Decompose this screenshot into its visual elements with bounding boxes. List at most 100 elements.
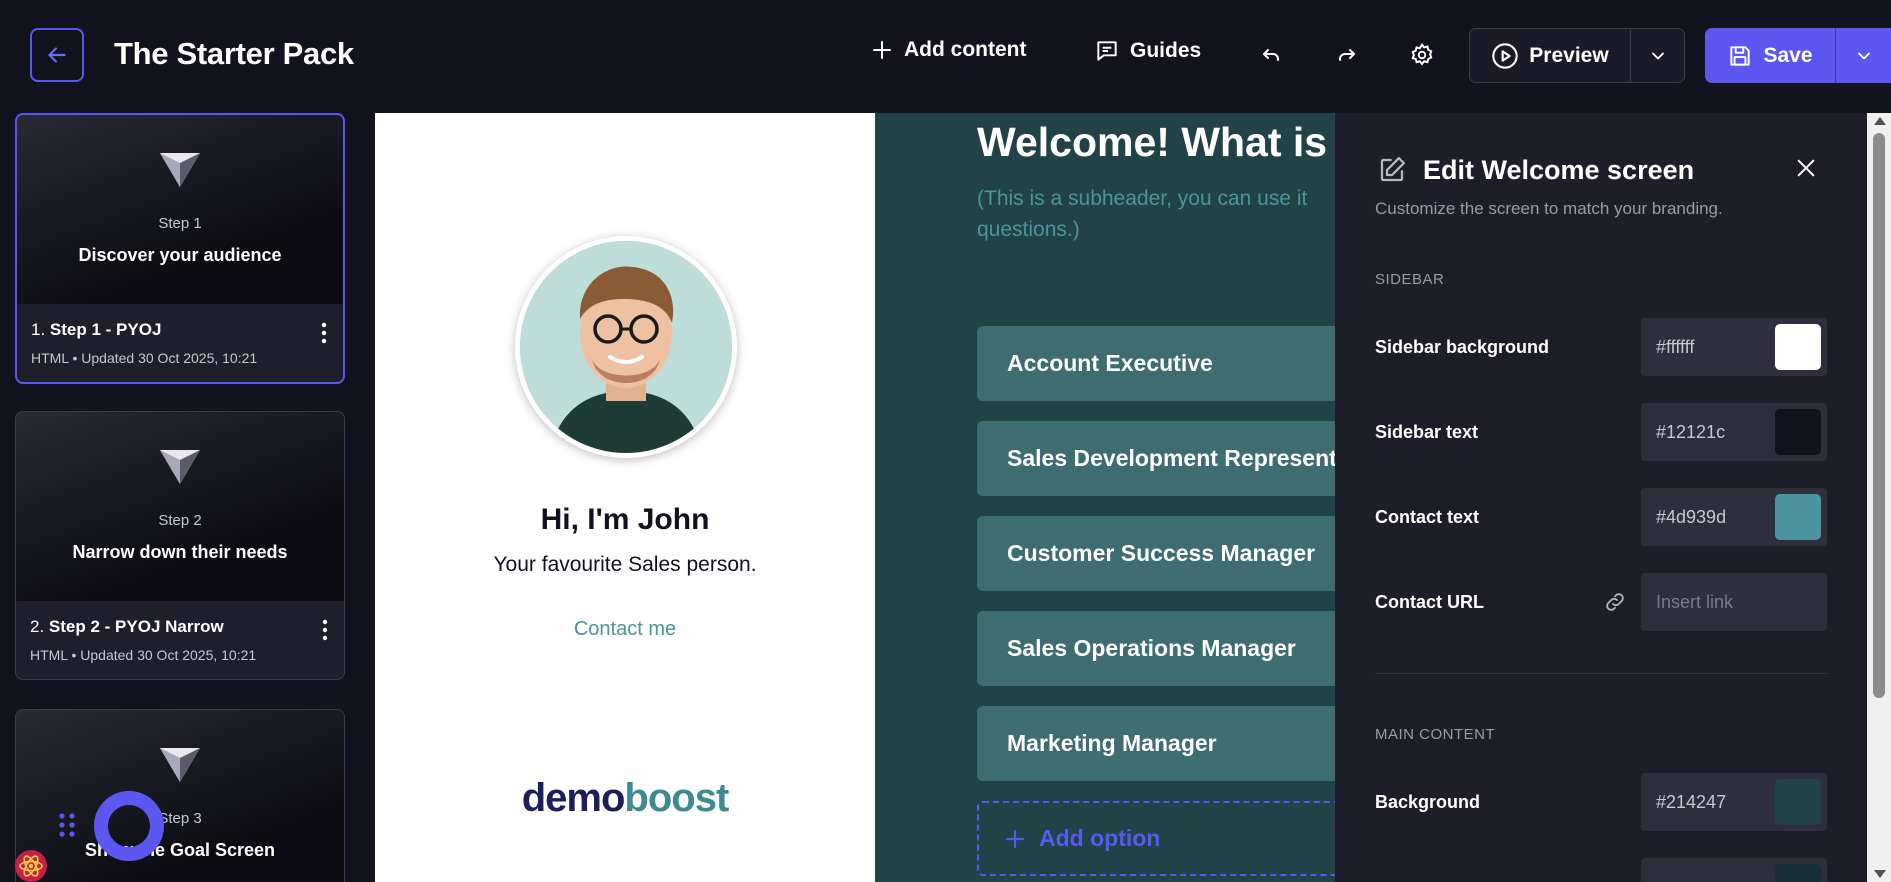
redo-button[interactable]	[1330, 38, 1364, 72]
background-label: Background	[1375, 792, 1481, 812]
step-thumbnail: Step 3 Show the Goal Screen	[16, 710, 344, 882]
step-name: 2. Step 2 - PYOJ Narrow	[30, 617, 330, 637]
save-button[interactable]: Save	[1705, 28, 1836, 83]
save-dropdown-button[interactable]	[1836, 28, 1891, 83]
save-button-group: Save	[1705, 28, 1891, 83]
edit-panel: Edit Welcome screen Customize the screen…	[1335, 113, 1867, 882]
step-card-1[interactable]: Step 1 Discover your audience 1. Step 1 …	[15, 113, 345, 384]
preview-label: Preview	[1529, 43, 1609, 67]
gear-icon	[1411, 43, 1433, 66]
scrollbar-thumb[interactable]	[1873, 133, 1885, 698]
link-icon	[1606, 593, 1624, 611]
sidebar-background-picker[interactable]: #ffffff	[1641, 318, 1827, 376]
contact-text-label: Contact text	[1375, 507, 1480, 527]
step-thumbnail: Step 1 Discover your audience	[17, 115, 343, 304]
thumb-step-label: Step 1	[158, 215, 202, 232]
color-swatch[interactable]	[1775, 324, 1821, 370]
color-hex[interactable]: #4d939d	[1656, 507, 1726, 528]
chevron-down-icon	[1651, 52, 1664, 59]
welcome-heading[interactable]: Welcome! What is y	[977, 119, 1335, 166]
floppy-disk-icon	[1730, 45, 1751, 66]
background-picker[interactable]: #214247	[1641, 773, 1827, 831]
thumb-step-label: Step 2	[158, 512, 202, 529]
arrow-left-icon	[48, 47, 66, 63]
logo-part-b: boost	[624, 776, 729, 820]
settings-button[interactable]	[1405, 38, 1439, 72]
option-item[interactable]: Sales Operations Manager	[977, 611, 1335, 686]
panel-scrollbar[interactable]	[1867, 113, 1891, 882]
option-item[interactable]: Marketing Manager	[977, 706, 1335, 781]
preview-button-group: Preview	[1469, 28, 1685, 83]
welcome-subheader[interactable]: (This is a subheader, you can use it que…	[977, 183, 1335, 245]
edit-panel-description: Customize the screen to match your brand…	[1375, 199, 1723, 218]
back-button[interactable]	[30, 28, 84, 82]
preview-sidebar[interactable]: Hi, I'm John Your favourite Sales person…	[375, 113, 875, 882]
more-vertical-icon[interactable]	[322, 619, 328, 641]
scroll-up-arrow-icon[interactable]	[1874, 117, 1886, 125]
color-swatch[interactable]	[1775, 409, 1821, 455]
sidebar-text-label: Sidebar text	[1375, 422, 1479, 442]
undo-button[interactable]	[1254, 38, 1288, 72]
preview-main-content[interactable]: Welcome! What is y (This is a subheader,…	[875, 113, 1335, 882]
color-swatch[interactable]	[1775, 494, 1821, 540]
add-option-button[interactable]: Add option	[977, 801, 1335, 876]
color-hex[interactable]: #214247	[1656, 792, 1726, 813]
contact-url-label: Contact URL	[1375, 592, 1484, 612]
scroll-down-arrow-icon[interactable]	[1874, 870, 1886, 878]
close-icon[interactable]	[1795, 157, 1817, 179]
logo-part-a: demo	[521, 776, 626, 820]
chevron-down-icon	[1857, 52, 1870, 59]
edit-icon	[1380, 157, 1405, 182]
contact-url-input[interactable]	[1641, 573, 1827, 631]
contact-text-picker[interactable]: #4d939d	[1641, 488, 1827, 546]
drag-handle-icon[interactable]	[58, 812, 76, 838]
add-content-button[interactable]: Add content	[870, 38, 1026, 62]
option-item[interactable]: Sales Development Representa	[977, 421, 1335, 496]
chat-icon	[1097, 41, 1117, 61]
diamond-logo-icon	[160, 450, 200, 484]
add-option-label: Add option	[1039, 825, 1161, 851]
color-hex[interactable]: #12121c	[1656, 422, 1725, 443]
color-swatch[interactable]	[1775, 779, 1821, 825]
guides-button[interactable]: Guides	[1094, 38, 1201, 64]
color-hex[interactable]: #ffffff	[1656, 337, 1694, 358]
section-title-sidebar: SIDEBAR	[1375, 271, 1445, 288]
contact-link[interactable]: Contact me	[375, 618, 875, 641]
color-swatch[interactable]	[1775, 864, 1821, 882]
diamond-logo-icon	[160, 153, 200, 187]
undo-icon	[1263, 49, 1279, 61]
option-item[interactable]: Account Executive	[977, 326, 1335, 401]
section-divider	[1375, 673, 1827, 674]
preview-button[interactable]: Preview	[1470, 29, 1631, 82]
guides-label: Guides	[1130, 39, 1202, 62]
edit-panel-title: Edit Welcome screen	[1423, 155, 1695, 185]
step-number: 1.	[31, 320, 46, 339]
next-color-picker[interactable]	[1641, 858, 1827, 882]
avatar	[515, 236, 737, 458]
redo-icon	[1339, 49, 1355, 61]
play-circle-icon	[1492, 42, 1519, 69]
preview-dropdown-button[interactable]	[1631, 29, 1684, 82]
step-card-3[interactable]: Step 3 Show the Goal Screen	[15, 709, 345, 882]
option-item[interactable]: Customer Success Manager	[977, 516, 1335, 591]
more-vertical-icon[interactable]	[321, 322, 327, 344]
step-updated: HTML • Updated 30 Oct 2025, 10:21	[30, 647, 257, 663]
step-card-2[interactable]: Step 2 Narrow down their needs 2. Step 2…	[15, 411, 345, 680]
react-devtools-icon[interactable]	[14, 849, 48, 882]
thumb-title: Narrow down their needs	[72, 542, 288, 562]
step-title: Step 2 - PYOJ Narrow	[48, 617, 224, 636]
step-name: 1. Step 1 - PYOJ	[31, 320, 329, 340]
sidebar-background-label: Sidebar background	[1375, 337, 1550, 357]
section-title-main-content: MAIN CONTENT	[1375, 726, 1496, 743]
thumb-title: Show the Goal Screen	[84, 840, 276, 860]
chat-widget-button[interactable]	[94, 791, 164, 861]
brand-logo: demoboost	[375, 776, 875, 821]
avatar-photo	[520, 241, 732, 453]
step-meta: 2. Step 2 - PYOJ Narrow HTML • Updated 3…	[16, 601, 344, 679]
sidebar-text-picker[interactable]: #12121c	[1641, 403, 1827, 461]
step-thumbnail: Step 2 Narrow down their needs	[16, 412, 344, 601]
thumb-title: Discover your audience	[78, 245, 282, 265]
top-bar: The Starter Pack Add content Guides Prev…	[0, 0, 1891, 112]
page-title: The Starter Pack	[114, 36, 354, 71]
plus-icon	[873, 41, 891, 59]
